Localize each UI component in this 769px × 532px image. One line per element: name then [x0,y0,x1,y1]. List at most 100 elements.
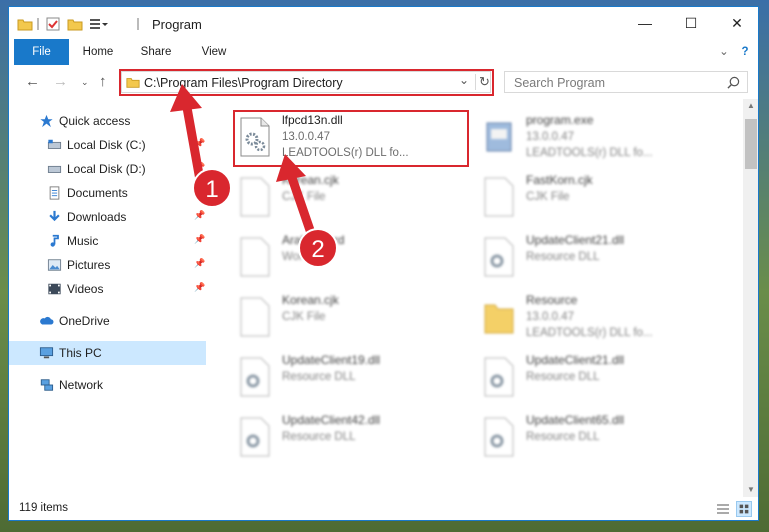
dll-file-icon [484,357,514,397]
file-description: LEADTOOLS(r) DLL fo... [526,147,653,159]
customize-toolbar-icon[interactable] [89,16,109,32]
nav-documents[interactable]: Documents 📌 [9,181,206,205]
tab-view[interactable]: View [191,39,237,65]
nav-label: Quick access [59,114,131,128]
exe-file-icon [486,122,512,152]
expand-ribbon-icon[interactable]: ⌄ [714,39,734,65]
scroll-thumb[interactable] [745,119,757,169]
computer-icon [39,347,54,359]
file-type: Word [282,251,310,263]
file-name: UpdateClient21.dll [526,233,625,247]
nav-network[interactable]: Network [9,373,206,397]
videos-icon [48,283,61,295]
blank-file-icon [240,177,270,217]
properties-icon[interactable] [45,16,61,32]
title-bar: Program — ☐ ✕ [9,7,758,39]
nav-label: Local Disk (D:) [67,162,146,176]
nav-this-pc[interactable]: This PC [9,341,206,365]
pin-icon[interactable]: 📌 [194,258,205,269]
file-name: UpdateClient19.dll [282,353,381,367]
music-icon [50,234,59,247]
drive-icon [47,139,62,149]
documents-icon [49,186,60,200]
file-item[interactable]: Korean.cjk CJK File [237,171,477,229]
tab-home[interactable]: Home [75,39,121,65]
nav-pictures[interactable]: Pictures 📌 [9,253,206,277]
pin-icon[interactable]: 📌 [194,234,205,245]
item-count: 119 items [19,502,69,514]
maximize-button[interactable]: ☐ [668,7,714,39]
file-item[interactable]: UpdateClient21.dll Resource DLL [481,231,721,289]
blank-file-icon [484,177,514,217]
dll-file-icon [484,417,514,457]
scroll-down-icon[interactable]: ▼ [747,485,755,494]
navigation-pane: Quick access Local Disk (C:) 📌 Local Dis… [9,99,209,497]
details-view-icon[interactable] [716,502,730,516]
help-icon[interactable]: ? [736,39,754,65]
large-icons-view-icon[interactable] [736,501,752,517]
file-item[interactable]: UpdateClient65.dll Resource DLL [481,411,721,469]
file-item[interactable]: Korean.cjk CJK File [237,291,477,349]
file-name: FastKorn.cjk [526,173,593,187]
file-item[interactable]: FastKorn.cjk CJK File [481,171,721,229]
explorer-window: Program — ☐ ✕ File Home Share View ⌄ ? ←… [8,6,759,521]
nav-local-disk-d[interactable]: Local Disk (D:) 📌 [9,157,206,181]
dll-file-icon [240,357,270,397]
ribbon: File Home Share View ⌄ ? [9,39,758,66]
recent-locations-icon[interactable]: ⌄ [81,77,89,88]
dll-file-icon [240,417,270,457]
file-item[interactable]: program.exe 13.0.0.47 LEADTOOLS(r) DLL f… [481,111,721,169]
address-row: ← → ⌄ ↑ C:\Program Files\Program Directo… [9,65,758,99]
window-title: Program [152,17,202,32]
cloud-icon [40,316,54,325]
pin-icon[interactable]: 📌 [194,210,205,221]
nav-downloads[interactable]: Downloads 📌 [9,205,206,229]
file-type: 13.0.0.47 [526,311,574,323]
close-button[interactable]: ✕ [714,7,758,39]
folder-file-icon [484,304,514,334]
file-name: UpdateClient65.dll [526,413,625,427]
nav-music[interactable]: Music 📌 [9,229,206,253]
nav-label: Downloads [67,210,127,224]
file-type: 13.0.0.47 [526,131,574,143]
file-name: Korean.cjk [282,173,339,187]
nav-label: OneDrive [59,314,110,328]
nav-label: Pictures [67,258,111,272]
scroll-up-icon[interactable]: ▲ [747,101,755,110]
nav-local-disk-c[interactable]: Local Disk (C:) 📌 [9,133,206,157]
new-folder-icon[interactable] [67,16,83,32]
forward-arrow-icon[interactable]: → [53,73,68,90]
search-icon[interactable] [727,76,740,89]
file-name: UpdateClient21.dll [526,353,625,367]
nav-quick-access[interactable]: Quick access [9,109,206,133]
back-arrow-icon[interactable]: ← [25,73,40,90]
minimize-button[interactable]: — [622,7,668,39]
search-box[interactable]: Search Program [504,71,748,93]
nav-label: Local Disk (C:) [67,138,146,152]
network-icon [40,379,54,391]
file-item[interactable]: ArabicWord Word [237,231,477,289]
file-type: Resource DLL [526,251,600,263]
pictures-icon [47,259,62,271]
file-name: program.exe [526,113,594,127]
pin-icon[interactable]: 📌 [194,162,205,173]
vertical-scrollbar[interactable]: ▲ ▼ [743,99,758,497]
nav-onedrive[interactable]: OneDrive [9,309,206,333]
tab-file[interactable]: File [14,39,69,65]
pin-icon[interactable]: 📌 [194,186,205,197]
file-item[interactable]: UpdateClient19.dll Resource DLL [237,351,477,409]
nav-videos[interactable]: Videos 📌 [9,277,206,301]
file-item[interactable]: UpdateClient21.dll Resource DLL [481,351,721,409]
status-bar: 119 items [9,497,758,520]
tab-share[interactable]: Share [133,39,179,65]
search-input[interactable]: Search Program [514,76,605,90]
pin-icon[interactable]: 📌 [194,282,205,293]
file-name: Resource [526,293,578,307]
file-item[interactable]: Resource 13.0.0.47 LEADTOOLS(r) DLL fo..… [481,291,721,349]
file-item[interactable]: UpdateClient42.dll Resource DLL [237,411,477,469]
file-type: Resource DLL [282,371,356,383]
nav-label: Music [67,234,99,248]
blank-file-icon [240,237,270,277]
pin-icon[interactable]: 📌 [194,138,205,149]
up-arrow-icon[interactable]: ↑ [99,73,107,90]
